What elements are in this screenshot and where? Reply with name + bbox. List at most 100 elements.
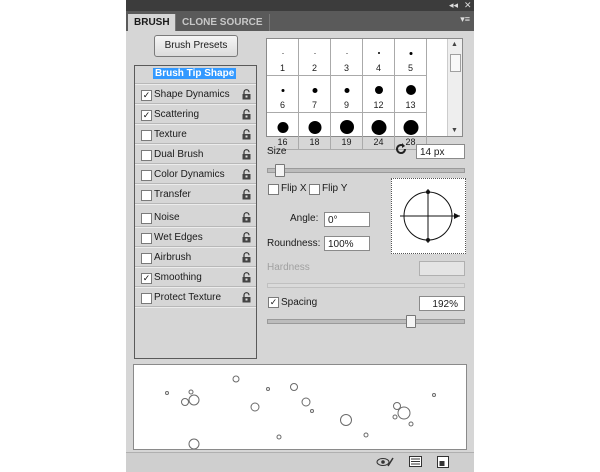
angle-input[interactable]: 0° (324, 212, 370, 227)
tab-bar: BRUSH CLONE SOURCE ▾≡ (126, 11, 474, 31)
brush-tip-size: 9 (343, 100, 349, 110)
option-label: Protect Texture (154, 292, 222, 303)
preview-bubble (392, 414, 398, 420)
option-checkbox[interactable] (141, 170, 152, 181)
scroll-down-icon[interactable]: ▼ (451, 127, 458, 134)
lock-icon[interactable] (242, 212, 251, 223)
option-label: Noise (154, 212, 180, 223)
angle-roundness-preview[interactable] (391, 178, 466, 254)
brush-tip-cell[interactable]: 9 (331, 76, 363, 113)
lock-icon[interactable] (242, 109, 251, 120)
option-separator (135, 286, 256, 288)
close-icon[interactable]: ✕ (464, 0, 472, 11)
lock-icon[interactable] (242, 169, 251, 180)
option-separator (135, 163, 256, 165)
preview-bubble (408, 421, 414, 427)
option-checkbox[interactable]: ✓ (141, 110, 152, 121)
lock-icon[interactable] (242, 272, 251, 283)
hardness-input (419, 261, 465, 276)
brush-tip-cell[interactable]: 16 (267, 113, 299, 150)
flip-x-checkbox[interactable] (268, 184, 279, 195)
brush-tip-cell[interactable]: 2 (299, 39, 331, 76)
preview-bubble (310, 409, 314, 413)
option-brush-tip-shape[interactable]: Brush Tip Shape (135, 66, 256, 85)
tab-clone-source[interactable]: CLONE SOURCE (175, 14, 270, 31)
new-preset-icon[interactable] (437, 456, 451, 468)
option-color-dynamics[interactable]: Color Dynamics (135, 166, 256, 185)
hardness-slider-track (267, 283, 465, 288)
lock-icon[interactable] (242, 129, 251, 140)
option-protect-texture[interactable]: Protect Texture (135, 289, 256, 308)
size-input[interactable]: 14 px (416, 144, 465, 159)
brush-tip-cell[interactable]: 4 (363, 39, 395, 76)
flip-y-checkbox[interactable] (309, 184, 320, 195)
brush-tip-dot (371, 119, 386, 135)
lock-icon[interactable] (242, 252, 251, 263)
option-checkbox[interactable] (141, 233, 152, 244)
brush-tip-cell[interactable]: 5 (395, 39, 427, 76)
lock-icon[interactable] (242, 232, 251, 243)
brush-tip-cell[interactable]: 3 (331, 39, 363, 76)
option-checkbox[interactable]: ✓ (141, 273, 152, 284)
preview-bubble (250, 402, 260, 412)
preview-bubble (276, 434, 282, 440)
option-checkbox[interactable] (141, 190, 152, 201)
visibility-eye-icon[interactable] (376, 456, 394, 468)
option-checkbox[interactable] (141, 253, 152, 264)
option-checkbox[interactable] (141, 213, 152, 224)
brush-tip-cell[interactable]: 6 (267, 76, 299, 113)
option-texture[interactable]: Texture (135, 126, 256, 145)
preview-bubble (397, 406, 411, 420)
collapse-icon[interactable]: ◂◂ (449, 0, 458, 11)
spacing-slider-knob[interactable] (406, 315, 417, 328)
option-airbrush[interactable]: Airbrush (135, 249, 256, 268)
lock-icon[interactable] (242, 149, 251, 160)
option-label: Scattering (154, 109, 200, 120)
brush-tip-cell[interactable]: 12 (363, 76, 395, 113)
panel-bottom-bar (126, 452, 474, 472)
roundness-input[interactable]: 100% (324, 236, 370, 251)
size-slider-track[interactable] (267, 168, 465, 173)
option-transfer[interactable]: Transfer (135, 186, 256, 205)
brush-tip-cell[interactable]: 18 (299, 113, 331, 150)
brush-grid-icon[interactable] (409, 456, 423, 468)
option-checkbox[interactable]: ✓ (141, 90, 152, 101)
size-slider-knob[interactable] (274, 164, 285, 177)
lock-icon[interactable] (242, 292, 251, 303)
option-noise[interactable]: Noise (135, 209, 256, 228)
brush-tip-dot (403, 119, 418, 135)
brush-panel: ◂◂ ✕ BRUSH CLONE SOURCE ▾≡ Brush Presets… (126, 0, 474, 472)
option-dual-brush[interactable]: Dual Brush (135, 146, 256, 165)
panel-menu-icon[interactable]: ▾≡ (460, 14, 470, 25)
option-label: Color Dynamics (154, 169, 225, 180)
brush-presets-button[interactable]: Brush Presets (154, 35, 238, 57)
option-separator (135, 103, 256, 105)
brush-tip-cell[interactable]: 19 (331, 113, 363, 150)
brush-tip-cell[interactable]: 7 (299, 76, 331, 113)
spacing-checkbox[interactable]: ✓ (268, 297, 279, 308)
scroll-up-icon[interactable]: ▲ (451, 41, 458, 48)
preview-bubble (232, 375, 240, 383)
brush-tip-cell[interactable]: 1 (267, 39, 299, 76)
option-smoothing[interactable]: ✓ Smoothing (135, 269, 256, 288)
size-label: Size (267, 146, 287, 157)
tip-scrollbar[interactable]: ▲ ▼ (447, 39, 462, 136)
spacing-input[interactable]: 192% (419, 296, 465, 311)
brush-tip-cell[interactable]: 13 (395, 76, 427, 113)
scroll-thumb[interactable] (450, 54, 461, 72)
option-checkbox[interactable] (141, 150, 152, 161)
option-wet-edges[interactable]: Wet Edges (135, 229, 256, 248)
option-scattering[interactable]: ✓ Scattering (135, 106, 256, 125)
option-shape-dynamics[interactable]: ✓ Shape Dynamics (135, 86, 256, 105)
preview-bubble (363, 432, 369, 438)
lock-icon[interactable] (242, 89, 251, 100)
option-checkbox[interactable] (141, 130, 152, 141)
brush-tip-cell[interactable]: 24 (363, 113, 395, 150)
reset-icon[interactable] (394, 142, 408, 159)
tab-brush[interactable]: BRUSH (128, 14, 176, 31)
preview-bubble (181, 398, 189, 406)
spacing-slider-track[interactable] (267, 319, 465, 324)
option-checkbox[interactable] (141, 293, 152, 304)
lock-icon[interactable] (242, 189, 251, 200)
option-separator (135, 123, 256, 125)
